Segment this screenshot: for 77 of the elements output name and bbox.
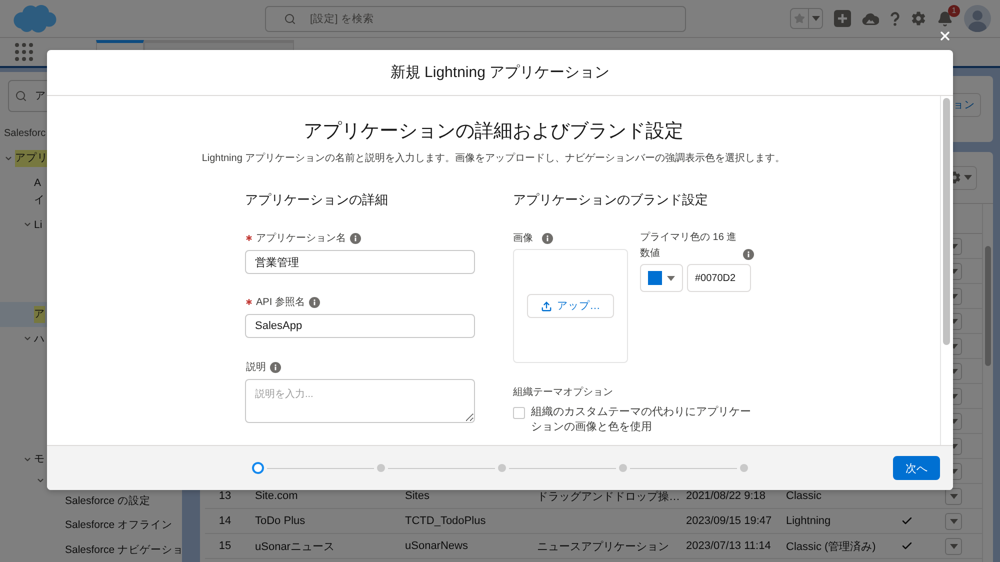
table-cell: 13 [218,490,232,502]
checkbox[interactable] [513,406,525,418]
text-field[interactable]: SalesApp [245,314,475,338]
search-icon [284,12,296,24]
favorites-menu-button[interactable] [809,8,823,29]
caret-icon [812,16,820,21]
field-label: アプリケーション名 [256,232,346,245]
table-cell-text: Lightning [785,515,831,527]
table-cell-text: Site.com [254,490,298,502]
help-icon[interactable] [890,12,900,26]
grid-icon[interactable] [15,43,33,61]
caret-icon [950,544,958,548]
scrollbar-track[interactable] [982,204,993,562]
tree-item[interactable]: Salesforce オフライン [0,513,182,538]
tree-item[interactable]: Li [0,212,182,237]
upload-icon [540,300,552,312]
caret-icon [950,494,958,498]
star-icon [794,13,805,24]
upload-button[interactable]: アップ… [527,294,614,318]
table-cell-text: ToDo Plus [254,515,306,527]
section-heading: Salesforc [3,127,46,141]
plus-icon[interactable] [834,10,851,27]
info-icon [308,296,320,308]
tree-item[interactable]: ハ [0,326,182,351]
column-heading: アプリケーションの詳細 [245,191,389,209]
bell-icon[interactable] [937,10,953,26]
caret-icon [667,276,675,280]
row-menu-button[interactable] [945,488,962,504]
table-cell: 14 [218,515,232,527]
checkbox-label: 組織のカスタムテーマの代わりにアプリケーションの画像と色を使用 [531,405,752,435]
search-icon [15,90,27,102]
table-cell-text: ドラッグアンドドロップ操… [536,490,680,504]
caret-icon [964,175,972,180]
cloud-icon[interactable] [862,12,879,25]
table-cell-text: Classic (管理済み) [785,540,876,554]
table-cell: 15 [218,540,232,552]
dialog-description: Lightning アプリケーションの名前と説明を入力します。画像をアップロードし、ナビゲーションバーの強調表示色を選択します。 [200,152,786,166]
field-label: プライマリ色の 16 進数値 [640,230,738,261]
scrollbar-thumb[interactable] [943,98,950,345]
info-icon [542,232,553,244]
next-button[interactable]: 次へ [893,456,940,480]
caret-icon [950,518,958,524]
modal-title: 新規 Lightning アプリケーション [390,63,610,82]
scrollbar-track[interactable] [940,96,953,445]
info-icon [270,362,281,372]
table-cell-text: 2023/07/13 11:14 [685,540,771,552]
search-field[interactable]: [設定] を検索 [265,6,686,32]
table-cell-text: 2023/09/15 19:47 [685,515,772,527]
avatar-icon[interactable] [964,5,991,32]
settings-icon[interactable] [911,11,926,26]
tree-item[interactable]: Salesforce ナビゲーショ [0,538,182,562]
color-picker-button[interactable] [640,264,683,292]
field-label: API 参照名 [256,296,305,309]
text-field[interactable]: 営業管理 [245,250,475,274]
cloud-logo[interactable] [12,4,57,33]
table-cell-text: ニュースアプリケーション [536,540,669,554]
close-icon[interactable] [938,29,952,43]
table-cell-text: Classic [785,490,822,502]
tree-item[interactable]: アプリ [0,146,182,170]
description-field[interactable]: 説明を入力... [245,379,475,423]
table-cell-text: TCTD_TodoPlus [404,515,486,527]
field-label: 画像 [513,232,533,245]
dialog-heading: アプリケーションの詳細およびブランド設定 [302,120,684,144]
image-drop-area[interactable]: アップ… [513,249,628,363]
scrollbar-thumb[interactable] [985,246,991,366]
info-icon [743,248,754,260]
tree-item[interactable]: モ [0,447,182,472]
table-cell-text: 2021/08/22 9:18 [685,490,766,502]
hex-color-field[interactable]: #0070D2 [687,264,751,292]
table-cell-text: uSonarNews [404,540,468,552]
field-label: 説明 [246,360,266,374]
column-heading: アプリケーションのブランド設定 [513,191,709,209]
info-icon [350,232,361,244]
table-cell-text: uSonarニュース [254,540,334,554]
field-label: 組織テーマオプション [513,386,613,400]
table-cell-text: Sites [404,490,430,502]
notification-badge: 1 [948,4,960,16]
